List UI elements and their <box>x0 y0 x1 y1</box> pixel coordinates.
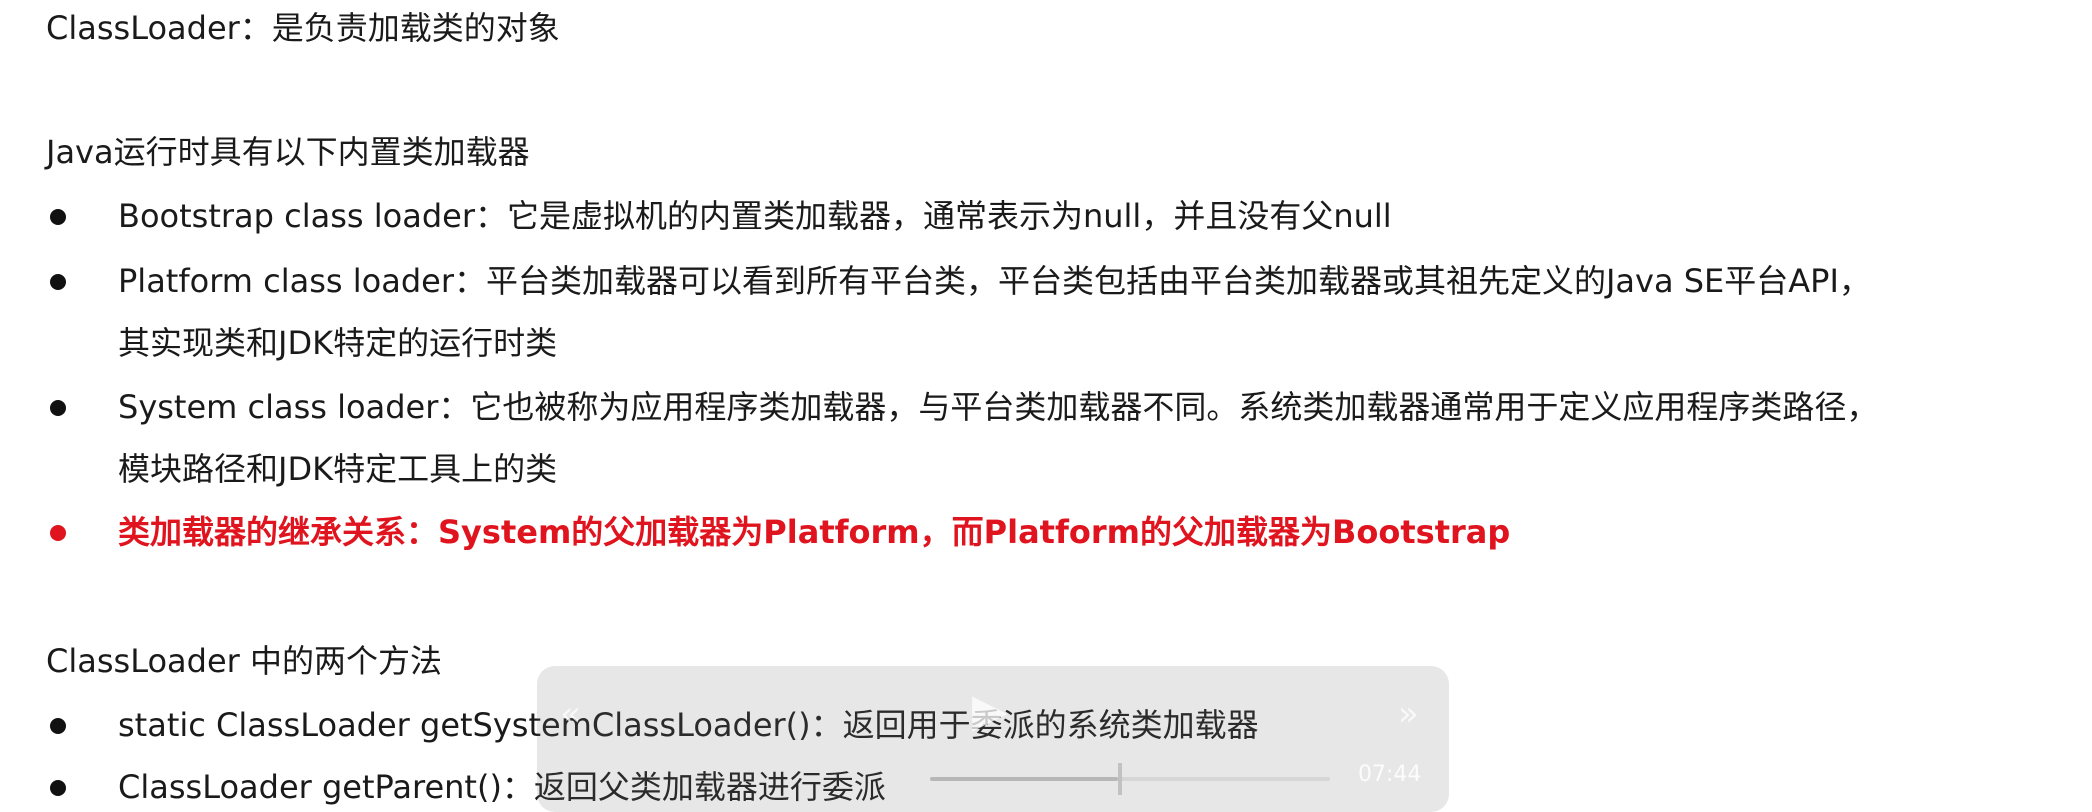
progress-thumb[interactable] <box>1118 763 1122 795</box>
heading-builtin-loaders: Java运行时具有以下内置类加载器 <box>46 133 530 171</box>
forward-icon[interactable]: » <box>1398 697 1419 731</box>
bullet-dot-red <box>50 525 66 541</box>
heading-methods: ClassLoader 中的两个方法 <box>46 642 442 680</box>
rewind-icon[interactable]: « <box>560 697 581 731</box>
highlight-inheritance: 类加载器的继承关系：System的父加载器为Platform，而Platform… <box>118 513 1511 551</box>
progress-fill <box>930 777 1118 781</box>
list-item-bootstrap: Bootstrap class loader：它是虚拟机的内置类加载器，通常表示… <box>118 197 1392 235</box>
progress-bar[interactable] <box>930 777 1330 781</box>
bullet-dot <box>50 209 66 225</box>
bullet-dot <box>50 274 66 290</box>
playback-time: 07:44 <box>1358 762 1422 787</box>
heading-classloader: ClassLoader：是负责加载类的对象 <box>46 9 560 47</box>
bullet-dot <box>50 400 66 416</box>
bullet-dot <box>50 780 66 796</box>
list-item-system: System class loader：它也被称为应用程序类加载器，与平台类加载… <box>118 388 1879 426</box>
list-item-platform: Platform class loader：平台类加载器可以看到所有平台类，平台… <box>118 262 1871 300</box>
bullet-dot <box>50 718 66 734</box>
list-item-platform-cont: 其实现类和JDK特定的运行时类 <box>118 324 558 362</box>
play-icon[interactable]: ▶ <box>972 687 1007 733</box>
list-item-system-cont: 模块路径和JDK特定工具上的类 <box>118 450 558 488</box>
